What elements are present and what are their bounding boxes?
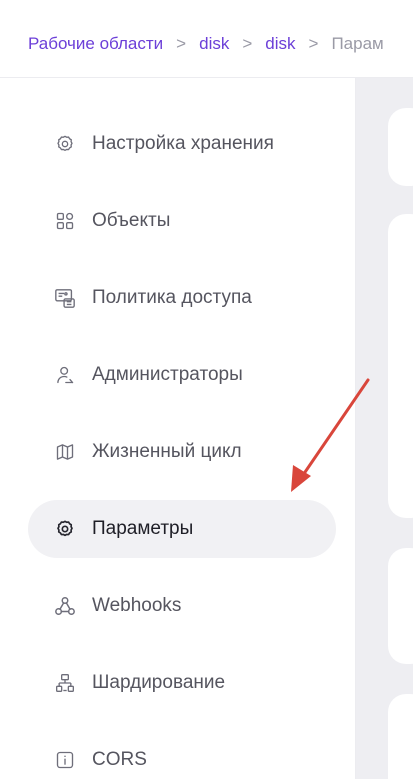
sharding-icon	[54, 672, 76, 694]
breadcrumb: Рабочие области > disk > disk > Парам	[28, 33, 384, 55]
sidebar-item-parameters[interactable]: Параметры	[28, 500, 336, 558]
sidebar-item-sharding[interactable]: Шардирование	[28, 654, 336, 712]
breadcrumb-disk-link[interactable]: disk	[199, 34, 229, 53]
content-card	[388, 548, 413, 664]
sidebar-item-administrators[interactable]: Администраторы	[28, 346, 336, 404]
breadcrumb-disk-bucket-link[interactable]: disk	[265, 34, 295, 53]
content-area	[356, 78, 413, 779]
sidebar-item-access-policy[interactable]: Политика доступа	[28, 269, 336, 327]
gear-icon	[54, 518, 76, 540]
info-icon	[54, 749, 76, 771]
breadcrumb-current: Парам	[331, 34, 384, 53]
sidebar-item-label: Жизненный цикл	[92, 441, 242, 462]
sidebar-item-label: Администраторы	[92, 364, 243, 385]
content-card	[388, 108, 413, 186]
gear-icon	[54, 133, 76, 155]
sidebar-item-label: Политика доступа	[92, 287, 252, 308]
map-icon	[54, 441, 76, 463]
objects-grid-icon	[54, 210, 76, 232]
sidebar: Настройка хранения Объекты Политика дост…	[0, 78, 356, 779]
content-card	[388, 694, 413, 779]
breadcrumb-separator: >	[176, 34, 187, 53]
sidebar-item-webhooks[interactable]: Webhooks	[28, 577, 336, 635]
sidebar-item-label: CORS	[92, 749, 147, 770]
breadcrumb-separator: >	[308, 34, 319, 53]
sidebar-item-label: Настройка хранения	[92, 133, 274, 154]
access-policy-icon	[54, 287, 76, 309]
webhook-icon	[54, 595, 76, 617]
breadcrumb-bar: Рабочие области > disk > disk > Парам	[0, 0, 413, 78]
sidebar-item-label: Объекты	[92, 210, 171, 231]
user-admin-icon	[54, 364, 76, 386]
sidebar-item-label: Шардирование	[92, 672, 226, 693]
breadcrumb-separator: >	[242, 34, 253, 53]
sidebar-item-storage-settings[interactable]: Настройка хранения	[28, 115, 336, 173]
sidebar-item-lifecycle[interactable]: Жизненный цикл	[28, 423, 336, 481]
page: Рабочие области > disk > disk > Парам Настройк…	[0, 0, 413, 779]
content-card	[388, 214, 413, 518]
sidebar-item-objects[interactable]: Объекты	[28, 192, 336, 250]
breadcrumb-workspaces-link[interactable]: Рабочие области	[28, 34, 163, 53]
sidebar-item-label: Webhooks	[92, 595, 182, 616]
sidebar-item-label: Параметры	[92, 518, 194, 539]
sidebar-item-cors[interactable]: CORS	[28, 731, 336, 779]
